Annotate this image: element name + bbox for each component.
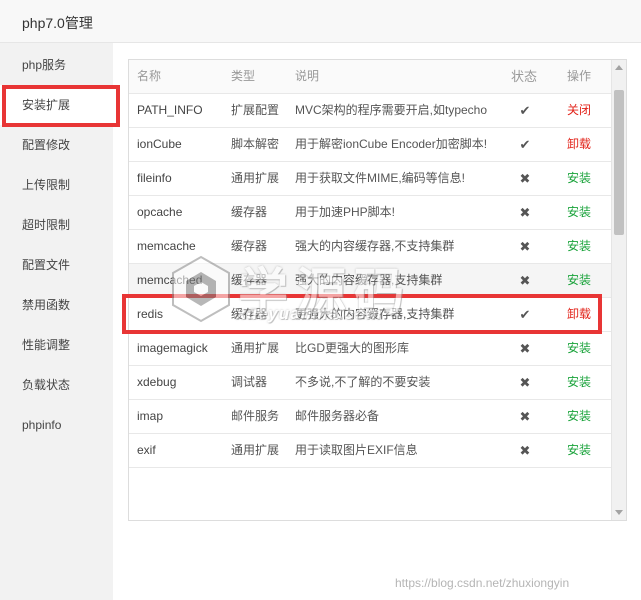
extension-action-link[interactable]: 卸载 — [567, 128, 601, 161]
extension-type: 脚本解密 — [231, 137, 280, 151]
status-check-icon: ✔ — [519, 137, 531, 152]
window-titlebar: php7.0管理 — [0, 0, 641, 43]
scroll-down-arrow-icon[interactable] — [615, 510, 623, 515]
header-status: 状态 — [510, 69, 537, 84]
sidebar-item-config-file[interactable]: 配置文件 — [0, 245, 113, 285]
extension-desc: 邮件服务器必备 — [295, 409, 380, 423]
status-check-icon: ✔ — [519, 103, 531, 118]
extension-type: 缓存器 — [231, 273, 268, 287]
extension-desc: 用于解密ionCube Encoder加密脚本! — [295, 137, 488, 151]
extension-action-link[interactable]: 卸载 — [567, 298, 601, 331]
extension-action-link[interactable]: 安装 — [567, 196, 601, 229]
sidebar-item-disabled-functions[interactable]: 禁用函数 — [0, 285, 113, 325]
extension-name: exif — [137, 443, 156, 457]
sidebar-item-phpinfo[interactable]: phpinfo — [0, 405, 113, 445]
extension-desc: 强大的内容缓存器,支持集群 — [295, 273, 443, 287]
extension-action-link[interactable]: 安装 — [567, 162, 601, 195]
extension-type: 扩展配置 — [231, 103, 280, 117]
table-row: memcached 缓存器 强大的内容缓存器,支持集群 ✖ 安装 — [129, 264, 611, 298]
scroll-up-arrow-icon[interactable] — [615, 65, 623, 70]
header-op: 操作 — [567, 69, 592, 83]
extension-name: redis — [137, 307, 164, 321]
extension-name: memcached — [137, 273, 203, 287]
main-panel: 名称 类型 说明 状态 操作 PATH_INFO 扩展配置 MVC架构的程序需要开启… — [113, 43, 641, 600]
extension-type: 通用扩展 — [231, 341, 280, 355]
extension-desc: MVC架构的程序需要开启,如typecho — [295, 103, 488, 117]
sidebar-item-php-service[interactable]: php服务 — [0, 45, 113, 85]
status-cross-icon: ✖ — [519, 375, 531, 390]
status-cross-icon: ✖ — [519, 171, 531, 186]
sidebar-item-performance[interactable]: 性能调整 — [0, 325, 113, 365]
table-row: ionCube 脚本解密 用于解密ionCube Encoder加密脚本! ✔ 卸载 — [129, 128, 611, 162]
table-scrollbar[interactable] — [611, 60, 626, 520]
window-title: php7.0管理 — [22, 15, 93, 31]
table-row: imagemagick 通用扩展 比GD更强大的图形库 ✖ 安装 — [129, 332, 611, 366]
header-type: 类型 — [231, 69, 256, 83]
extension-desc: 用于加速PHP脚本! — [295, 205, 396, 219]
extension-action-link[interactable]: 关闭 — [567, 94, 601, 127]
status-cross-icon: ✖ — [519, 239, 531, 254]
extension-desc: 更强大的内容缓存器,支持集群 — [295, 307, 455, 321]
table-row: PATH_INFO 扩展配置 MVC架构的程序需要开启,如typecho ✔ 关闭 — [129, 94, 611, 128]
extension-action-link[interactable]: 安装 — [567, 400, 601, 433]
status-cross-icon: ✖ — [519, 205, 531, 220]
sidebar-item-timeout-limit[interactable]: 超时限制 — [0, 205, 113, 245]
table-row: xdebug 调试器 不多说,不了解的不要安装 ✖ 安装 — [129, 366, 611, 400]
sidebar-item-config-edit[interactable]: 配置修改 — [0, 125, 113, 165]
extension-name: opcache — [137, 205, 183, 219]
extension-desc: 强大的内容缓存器,不支持集群 — [295, 239, 455, 253]
status-cross-icon: ✖ — [519, 341, 531, 356]
extension-type: 调试器 — [231, 375, 268, 389]
table-row: memcache 缓存器 强大的内容缓存器,不支持集群 ✖ 安装 — [129, 230, 611, 264]
extension-type: 通用扩展 — [231, 443, 280, 457]
scroll-thumb[interactable] — [614, 90, 624, 235]
status-cross-icon: ✖ — [519, 273, 531, 288]
status-cross-icon: ✖ — [519, 409, 531, 424]
extension-type: 缓存器 — [231, 239, 268, 253]
extension-type: 缓存器 — [231, 307, 268, 321]
table-row: imap 邮件服务 邮件服务器必备 ✖ 安装 — [129, 400, 611, 434]
extension-action-link[interactable]: 安装 — [567, 434, 601, 467]
status-cross-icon: ✖ — [519, 443, 531, 458]
extension-name: PATH_INFO — [137, 103, 203, 117]
sidebar: php服务 安装扩展 配置修改 上传限制 超时限制 配置文件 禁用函数 性能调整… — [0, 43, 113, 600]
header-name: 名称 — [137, 69, 162, 83]
extension-action-link[interactable]: 安装 — [567, 332, 601, 365]
sidebar-item-install-extension[interactable]: 安装扩展 — [0, 85, 113, 125]
extension-action-link[interactable]: 安装 — [567, 366, 601, 399]
extension-desc: 比GD更强大的图形库 — [295, 341, 410, 355]
extensions-table: 名称 类型 说明 状态 操作 PATH_INFO 扩展配置 MVC架构的程序需要开启… — [128, 59, 627, 521]
table-header: 名称 类型 说明 状态 操作 — [129, 60, 611, 94]
extension-action-link[interactable]: 安装 — [567, 264, 601, 297]
sidebar-item-upload-limit[interactable]: 上传限制 — [0, 165, 113, 205]
extension-action-link[interactable]: 安装 — [567, 230, 601, 263]
extension-type: 邮件服务 — [231, 409, 280, 423]
extension-name: imagemagick — [137, 341, 208, 355]
sidebar-item-load-status[interactable]: 负载状态 — [0, 365, 113, 405]
extension-type: 缓存器 — [231, 205, 268, 219]
extension-name: memcache — [137, 239, 196, 253]
extension-desc: 用于获取文件MIME,编码等信息! — [295, 171, 465, 185]
extension-name: imap — [137, 409, 164, 423]
table-row: exif 通用扩展 用于读取图片EXIF信息 ✖ 安装 — [129, 434, 611, 468]
status-check-icon: ✔ — [519, 307, 531, 322]
extension-name: ionCube — [137, 137, 182, 151]
header-desc: 说明 — [295, 69, 320, 83]
table-row: redis 缓存器 更强大的内容缓存器,支持集群 ✔ 卸载 — [129, 298, 611, 332]
extension-type: 通用扩展 — [231, 171, 280, 185]
table-row: opcache 缓存器 用于加速PHP脚本! ✖ 安装 — [129, 196, 611, 230]
extension-name: fileinfo — [137, 171, 172, 185]
extension-desc: 不多说,不了解的不要安装 — [295, 375, 431, 389]
extension-name: xdebug — [137, 375, 177, 389]
table-row: fileinfo 通用扩展 用于获取文件MIME,编码等信息! ✖ 安装 — [129, 162, 611, 196]
extension-desc: 用于读取图片EXIF信息 — [295, 443, 418, 457]
